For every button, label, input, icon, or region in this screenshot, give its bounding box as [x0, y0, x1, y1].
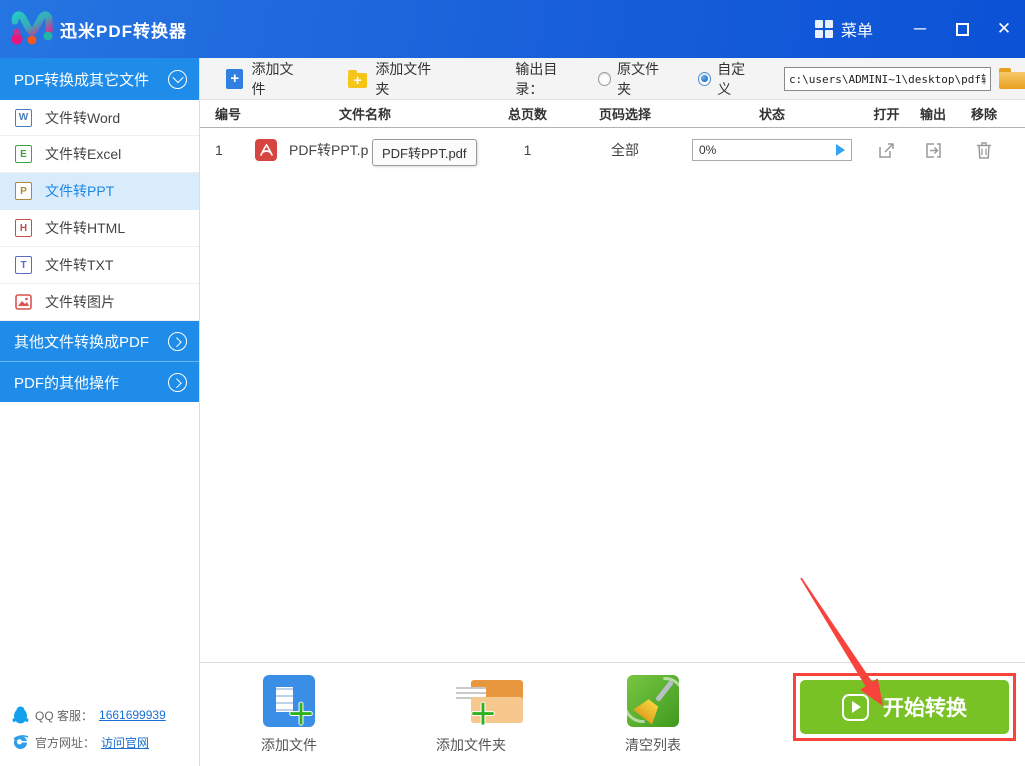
- play-icon[interactable]: [836, 144, 845, 156]
- sidebar-section-pdf-to-other[interactable]: PDF转换成其它文件: [0, 58, 199, 100]
- official-site-label: 官方网址：: [35, 736, 96, 750]
- add-folder-button[interactable]: + 添加文件夹: [347, 59, 443, 99]
- sidebar-item-html[interactable]: H 文件转HTML: [0, 210, 199, 247]
- browser-icon: [13, 735, 29, 749]
- start-convert-label: 开始转换: [883, 697, 967, 720]
- sidebar-section-label: PDF转换成其它文件: [14, 71, 150, 89]
- sidebar-item-word[interactable]: W 文件转Word: [0, 100, 199, 136]
- clear-list-label: 清空列表: [625, 737, 681, 753]
- add-file-label: 添加文件: [251, 60, 294, 97]
- col-page-range: 页码选择: [598, 107, 651, 122]
- file-pages: 1: [523, 142, 532, 158]
- official-site-link[interactable]: 访问官网: [101, 734, 149, 751]
- main-area: + 添加文件 + 添加文件夹 输出目录： 原文件夹 自定义 编: [200, 58, 1025, 766]
- sidebar-item-image[interactable]: 文件转图片: [0, 284, 199, 321]
- add-folder-label: 添加文件夹: [375, 60, 432, 97]
- minimize-button[interactable]: ─: [899, 0, 941, 58]
- filename-tooltip: PDF转PPT.pdf: [372, 139, 477, 166]
- radio-original-label: 原文件夹: [617, 60, 660, 97]
- maximize-icon: [955, 22, 969, 36]
- radio-custom-label: 自定义: [717, 60, 746, 97]
- sidebar-item-label: 文件转TXT: [45, 257, 114, 273]
- sidebar: PDF转换成其它文件 W 文件转Word E 文件转Excel P 文件转PPT…: [0, 58, 200, 766]
- file-name: PDF转PPT.p: [289, 142, 369, 158]
- qq-service-label: QQ 客服：: [35, 708, 94, 723]
- play-square-icon: [842, 693, 869, 721]
- table-row[interactable]: 1 PDF转PPT.p 1 全部 0%: [200, 128, 1025, 172]
- col-remove: 移除: [970, 107, 997, 122]
- open-external-icon[interactable]: [877, 141, 896, 160]
- col-output: 输出: [919, 107, 946, 122]
- html-file-icon: H: [15, 219, 32, 237]
- start-convert-button[interactable]: 开始转换: [800, 680, 1009, 734]
- output-dir-label: 输出目录：: [515, 60, 558, 97]
- pdf-file-icon: [255, 139, 277, 161]
- add-folder-icon: +: [347, 69, 368, 88]
- txt-file-icon: T: [15, 256, 32, 274]
- qq-icon: [12, 706, 29, 724]
- sidebar-item-label: 文件转PPT: [45, 183, 115, 199]
- radio-original-folder[interactable]: 原文件夹: [597, 59, 672, 99]
- add-file-icon: +: [226, 68, 244, 89]
- col-filename: 文件名称: [338, 107, 391, 122]
- image-file-icon: [15, 294, 32, 310]
- col-status: 状态: [758, 107, 785, 122]
- add-folder-big-icon: ＋: [445, 675, 523, 729]
- sidebar-section-label: 其他文件转换成PDF: [14, 333, 150, 351]
- toolbar: + 添加文件 + 添加文件夹 输出目录： 原文件夹 自定义: [200, 58, 1025, 100]
- sidebar-item-txt[interactable]: T 文件转TXT: [0, 247, 199, 284]
- close-button[interactable]: ✕: [983, 0, 1025, 58]
- radio-custom[interactable]: 自定义: [697, 59, 758, 99]
- sidebar-item-label: 文件转Word: [45, 109, 121, 126]
- sidebar-section-other-to-pdf[interactable]: 其他文件转换成PDF: [0, 321, 199, 362]
- sidebar-item-ppt[interactable]: P 文件转PPT: [0, 173, 199, 210]
- trash-icon[interactable]: [975, 141, 993, 160]
- excel-file-icon: E: [15, 145, 32, 163]
- sidebar-item-excel[interactable]: E 文件转Excel: [0, 136, 199, 173]
- menu-button[interactable]: 菜单: [814, 17, 873, 41]
- title-bar: 迅米PDF转换器 菜单 ─ ✕: [0, 0, 1025, 58]
- sidebar-section-pdf-other-ops[interactable]: PDF的其他操作: [0, 362, 199, 402]
- radio-unchecked-icon: [597, 71, 612, 86]
- add-file-big-label: 添加文件: [261, 737, 317, 753]
- add-file-button[interactable]: + 添加文件: [226, 59, 306, 99]
- word-file-icon: W: [15, 108, 32, 127]
- grid-menu-icon: [814, 20, 833, 38]
- annotation-red-box: 开始转换: [793, 673, 1016, 741]
- browse-folder-button[interactable]: [998, 68, 1025, 89]
- sidebar-section-label: PDF的其他操作: [14, 374, 120, 392]
- output-path-input[interactable]: [783, 66, 991, 91]
- output-folder-icon[interactable]: [924, 141, 943, 160]
- app-logo-icon: [11, 11, 53, 45]
- table-header: 编号 文件名称 总页数 页码选择 状态 打开 输出 移除: [200, 100, 1025, 128]
- sidebar-item-label: 文件转图片: [45, 294, 115, 310]
- radio-checked-icon: [697, 71, 712, 86]
- chevron-right-circle-icon: [168, 331, 187, 351]
- add-folder-big-button[interactable]: ＋ 添加文件夹: [411, 675, 531, 755]
- add-file-big-button[interactable]: ＋ 添加文件: [229, 675, 349, 755]
- chevron-right-circle-icon: [168, 372, 187, 392]
- qq-number-link[interactable]: 1661699939: [99, 708, 166, 722]
- col-open: 打开: [873, 107, 900, 122]
- add-file-big-icon: ＋: [263, 675, 315, 729]
- sidebar-item-label: 文件转HTML: [45, 220, 126, 236]
- app-title: 迅米PDF转换器: [60, 21, 187, 41]
- chevron-down-circle-icon: [168, 69, 187, 89]
- bottom-action-bar: ＋ 添加文件 ＋ 添加文件夹 清空列表 开始转换: [200, 662, 1025, 766]
- col-number: 编号: [215, 107, 242, 122]
- maximize-button[interactable]: [941, 0, 983, 58]
- menu-label: 菜单: [840, 23, 873, 40]
- clear-list-icon: [627, 675, 679, 727]
- add-folder-big-label: 添加文件夹: [436, 737, 506, 753]
- sidebar-footer: QQ 客服： 1661699939 官方网址： 访问官网: [0, 701, 199, 756]
- app-window: 迅米PDF转换器 菜单 ─ ✕ PDF转换成其它文件 W 文件转Word E 文…: [0, 0, 1025, 766]
- progress-bar: 0%: [692, 139, 852, 161]
- sidebar-item-label: 文件转Excel: [45, 146, 122, 162]
- col-total-pages: 总页数: [507, 107, 547, 122]
- ppt-file-icon: P: [15, 182, 32, 200]
- clear-list-button[interactable]: 清空列表: [593, 675, 713, 755]
- file-page-range[interactable]: 全部: [570, 140, 680, 160]
- progress-value: 0%: [699, 143, 717, 157]
- row-number: 1: [215, 142, 223, 158]
